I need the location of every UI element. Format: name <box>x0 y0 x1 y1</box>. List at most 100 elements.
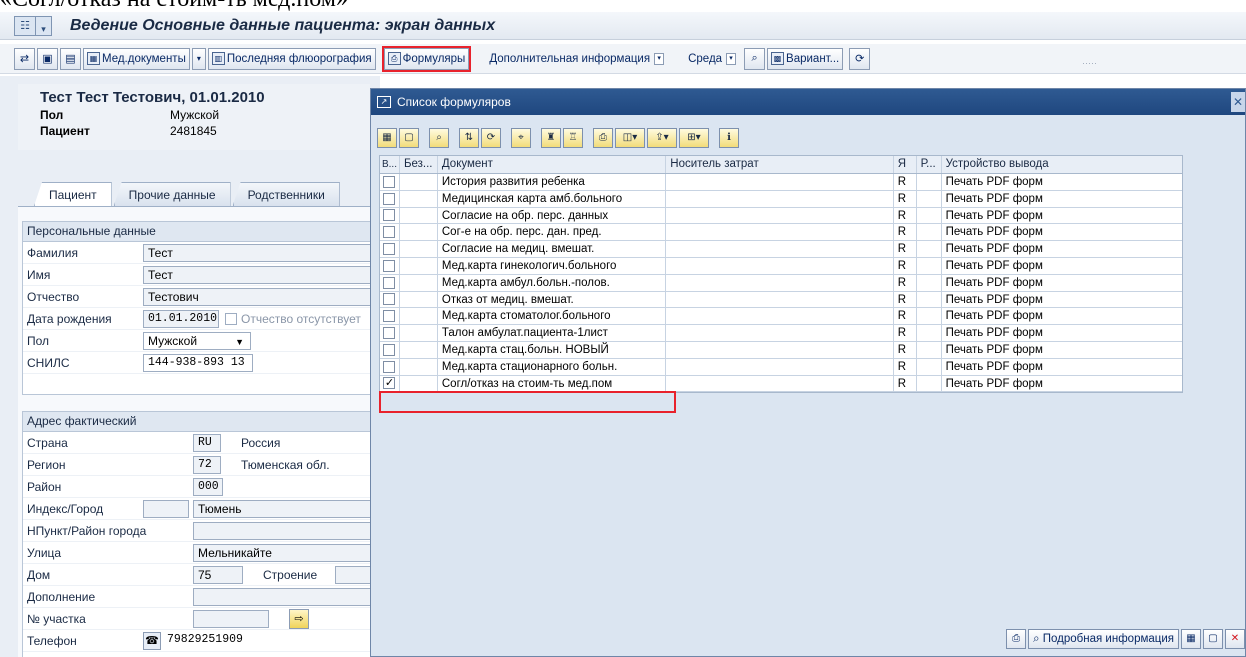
select-all-icon[interactable]: ▦ <box>1181 629 1201 649</box>
street-field[interactable]: Мельникайте <box>193 544 379 562</box>
sex-select[interactable]: Мужской ▼ <box>143 332 251 350</box>
chevron-down-icon[interactable]: ▾ <box>36 15 52 36</box>
col-header-output-device[interactable]: Устройство вывода <box>942 156 1182 173</box>
row-checkbox[interactable] <box>383 209 396 222</box>
tab-patient[interactable]: Пациент <box>34 182 112 206</box>
chevron-down-icon[interactable]: ▾ <box>191 47 206 70</box>
row-checkbox[interactable] <box>383 175 396 188</box>
region-code-field[interactable]: 72 <box>193 456 221 474</box>
save-icon[interactable]: ▣ <box>37 47 58 70</box>
refresh-icon[interactable]: ⟳ <box>481 128 501 148</box>
no-patronymic-label: Отчество отсутствует <box>241 312 361 326</box>
table-row[interactable]: История развития ребенка R Печать PDF форм <box>380 174 1182 191</box>
col-header-without[interactable]: Без... <box>400 156 438 173</box>
without-cell <box>400 207 438 224</box>
locality-field[interactable] <box>193 522 379 540</box>
col-header-select[interactable]: В... <box>380 156 400 173</box>
table-row[interactable]: Отказ от медиц. вмешат. R Печать PDF форм <box>380 291 1182 309</box>
language-cell: R <box>894 325 917 341</box>
without-cell <box>400 291 438 308</box>
col-header-language[interactable]: Я <box>894 156 917 173</box>
refresh-icon[interactable]: ⟳ <box>849 47 871 70</box>
dob-field[interactable]: 01.01.2010 <box>143 310 219 328</box>
views-icon[interactable]: ◫▾ <box>615 128 645 148</box>
row-checkbox[interactable]: ✓ <box>383 377 396 390</box>
district-row: Район 000 <box>23 476 379 498</box>
without-cell <box>400 325 438 341</box>
last-fluoro-button[interactable]: ▥ Последняя флюорография <box>207 47 376 70</box>
table-row[interactable]: ✓ Согл/отказ на стоим-ть мед.пом R Печать P… <box>380 375 1182 393</box>
phone-field[interactable]: 79829251909 <box>163 632 283 650</box>
forms-button[interactable]: ⎙ Формуляры <box>381 45 472 72</box>
find-next-icon[interactable]: ♖ <box>563 128 583 148</box>
filter-icon[interactable]: ⌖ <box>511 128 531 148</box>
info-icon[interactable]: ℹ <box>719 128 739 148</box>
snils-field[interactable]: 144-938-893 13 <box>143 354 253 372</box>
col-header-r[interactable]: Р... <box>917 156 942 173</box>
row-checkbox[interactable] <box>383 310 396 323</box>
print-icon[interactable]: ⎙ <box>593 128 613 148</box>
forms-label: Формуляры <box>402 52 466 65</box>
no-patronymic-checkbox[interactable] <box>225 313 237 325</box>
row-checkbox[interactable] <box>383 192 396 205</box>
row-checkbox[interactable] <box>383 243 396 256</box>
table-row[interactable]: Мед.карта гинекологич.больного R Печать PD… <box>380 257 1182 275</box>
variant-button[interactable]: ▩ Вариант... <box>767 47 844 70</box>
table-row[interactable]: Мед.карта стационарного больн. R Печать PD… <box>380 358 1182 376</box>
med-docs-button[interactable]: ▦ Мед.документы <box>83 47 190 70</box>
r-cell <box>917 241 942 257</box>
district-no-field[interactable] <box>193 610 269 628</box>
city-field[interactable]: Тюмень <box>193 500 379 518</box>
row-checkbox[interactable] <box>383 259 396 272</box>
forms-list-dialog: ↗ Список формуляров ✕ ▦ ▢ ⌕ ⇅ ⟳ ⌖ ♜ ♖ ⎙ … <box>370 88 1246 657</box>
row-checkbox[interactable] <box>383 293 396 306</box>
cancel-icon[interactable]: ✕ <box>1225 629 1245 649</box>
table-row[interactable]: Мед.карта стац.больн. НОВЫЙ R Печать PDF ф… <box>380 341 1182 359</box>
row-checkbox[interactable] <box>383 360 396 373</box>
deselect-all-icon[interactable]: ▢ <box>1203 629 1223 649</box>
tab-relatives[interactable]: Родственники <box>232 182 340 206</box>
r-cell <box>917 190 942 207</box>
layout-icon[interactable]: ⊞▾ <box>679 128 709 148</box>
table-row[interactable]: Мед.карта амбул.больн.-полов. R Печать PDF… <box>380 274 1182 292</box>
table-row[interactable]: Сог-е на обр. перс. дан. пред. R Печать PD… <box>380 224 1182 242</box>
postcode-field[interactable] <box>143 500 189 518</box>
row-checkbox-cell <box>380 325 400 341</box>
export-icon[interactable]: ⇪▾ <box>647 128 677 148</box>
sort-asc-icon[interactable]: ⇅ <box>459 128 479 148</box>
phone-icon[interactable]: ☎ <box>143 632 161 650</box>
house-field[interactable]: 75 <box>193 566 243 584</box>
print-icon[interactable]: ⎙ <box>1006 629 1027 649</box>
extra-info-menu[interactable]: Дополнительная информация ▾ <box>483 47 671 70</box>
table-row[interactable]: Мед.карта стоматолог.больного R Печать PDF… <box>380 308 1182 326</box>
addition-field[interactable] <box>193 588 379 606</box>
env-menu[interactable]: Среда ▾ <box>682 47 743 70</box>
value-help-icon[interactable]: ⇨ <box>289 609 309 629</box>
table-row[interactable]: Талон амбулат.пациента-1лист R Печать PDF … <box>380 325 1182 342</box>
details-icon[interactable]: ⌕ <box>429 128 449 148</box>
close-icon[interactable]: ✕ <box>1231 92 1245 112</box>
deselect-all-icon[interactable]: ▢ <box>399 128 419 148</box>
detail-info-button[interactable]: ⌕ Подробная информация <box>1028 629 1179 649</box>
system-menu-icon[interactable]: ☷ <box>14 15 36 36</box>
row-checkbox[interactable] <box>383 327 396 340</box>
document-icon[interactable]: ▤ <box>60 47 81 70</box>
col-header-cost-bearer[interactable]: Носитель затрат <box>666 156 894 173</box>
row-checkbox[interactable] <box>383 276 396 289</box>
country-code-field[interactable]: RU <box>193 434 221 452</box>
select-all-icon[interactable]: ▦ <box>377 128 397 148</box>
name-field[interactable]: Тест <box>143 266 379 284</box>
tab-other-data[interactable]: Прочие данные <box>113 182 231 206</box>
switch-icon[interactable]: ⇄ <box>14 47 35 70</box>
table-row[interactable]: Медицинская карта амб.больного R Печать PD… <box>380 190 1182 208</box>
col-header-document[interactable]: Документ <box>438 156 667 173</box>
row-checkbox[interactable] <box>383 343 396 356</box>
table-row[interactable]: Согласие на обр. перс. данных R Печать PDF… <box>380 207 1182 225</box>
surname-field[interactable]: Тест <box>143 244 379 262</box>
find-icon[interactable]: ⌕ <box>744 47 766 70</box>
patronymic-field[interactable]: Тестович <box>143 288 379 306</box>
table-row[interactable]: Согласие на медиц. вмешат. R Печать PDF фо… <box>380 241 1182 258</box>
row-checkbox[interactable] <box>383 226 396 239</box>
find-icon[interactable]: ♜ <box>541 128 561 148</box>
district-code-field[interactable]: 000 <box>193 478 223 496</box>
